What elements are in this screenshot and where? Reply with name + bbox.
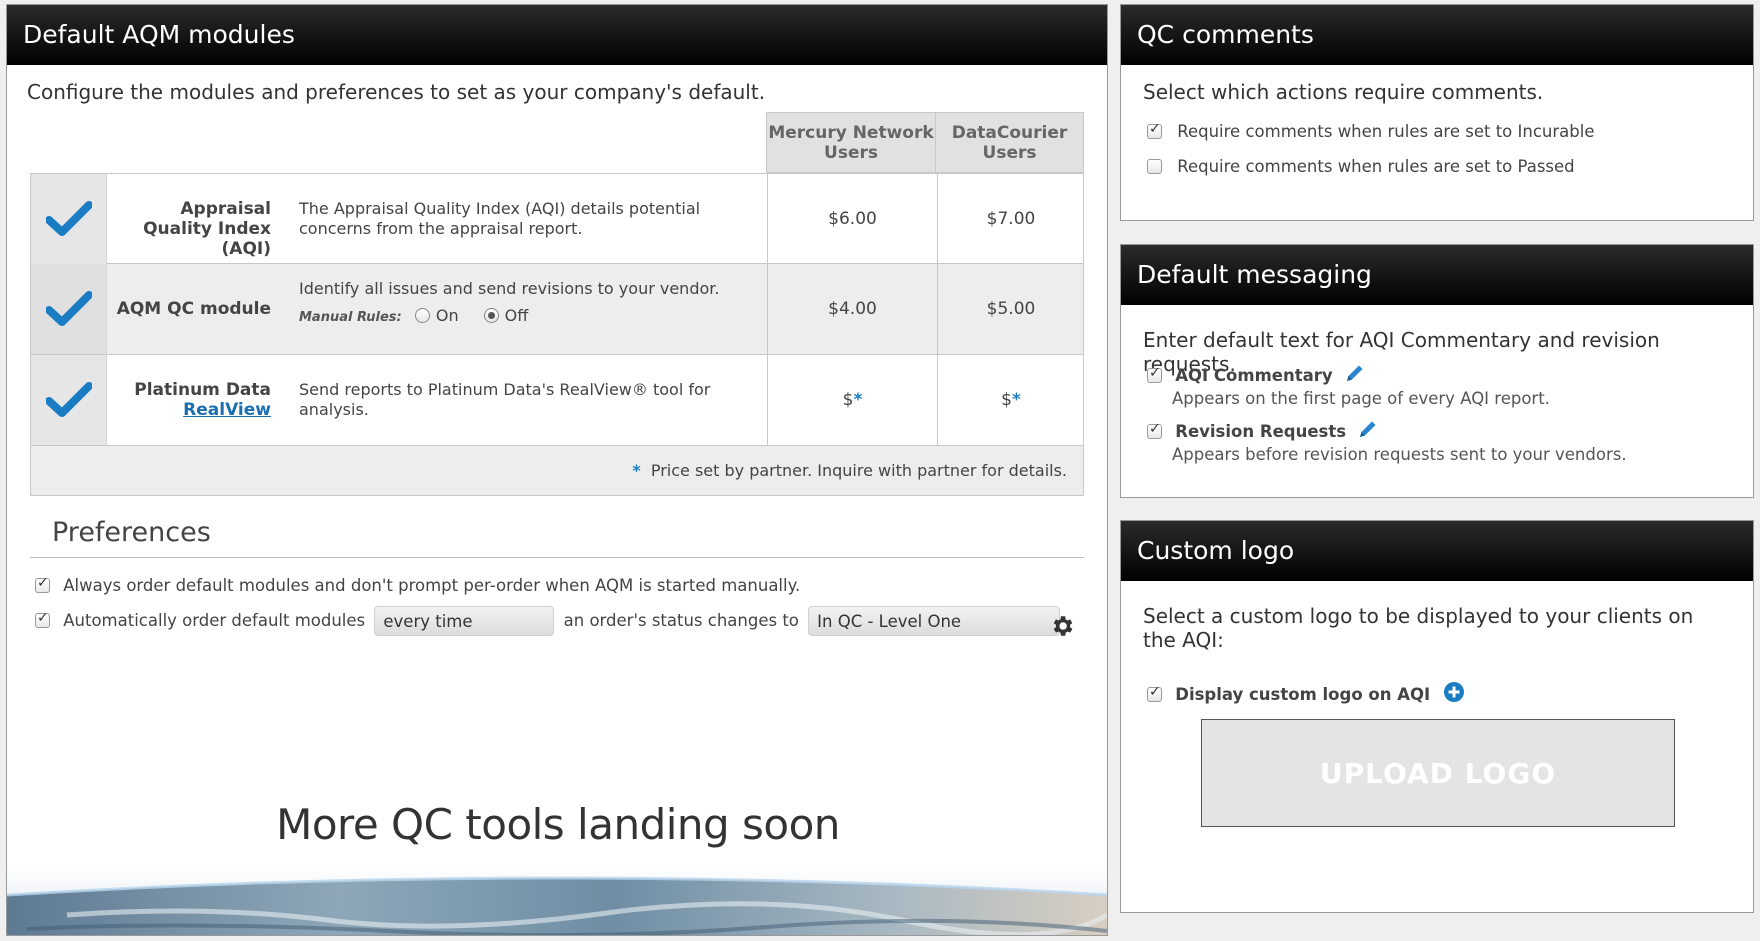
price-mercury-value: $ bbox=[842, 390, 854, 410]
display-logo-label: Display custom logo on AQI bbox=[1175, 685, 1431, 704]
preference-option-1: Always order default modules and don't p… bbox=[35, 575, 801, 595]
panel-title: Default messaging bbox=[1121, 245, 1753, 305]
module-name: AQM QC module bbox=[116, 299, 271, 319]
aqi-commentary-label: AQI Commentary bbox=[1175, 366, 1333, 385]
panel-title: Custom logo bbox=[1121, 521, 1753, 581]
checkmark-icon bbox=[45, 382, 92, 417]
qc-comments-panel: QC comments Select which actions require… bbox=[1120, 4, 1754, 221]
preference-option-2: Automatically order default modules ever… bbox=[35, 606, 1061, 636]
qc-checkbox-passed[interactable] bbox=[1147, 159, 1162, 174]
realview-link[interactable]: RealView bbox=[111, 400, 271, 420]
display-logo-checkbox[interactable] bbox=[1147, 684, 1162, 702]
preference-checkbox-2[interactable] bbox=[35, 610, 50, 628]
checkmark-icon bbox=[45, 291, 92, 326]
coming-soon-banner: More QC tools landing soon bbox=[276, 800, 840, 849]
custom-logo-panel: Custom logo Select a custom logo to be d… bbox=[1120, 520, 1754, 913]
upload-logo-button[interactable]: UPLOAD LOGO bbox=[1201, 719, 1675, 827]
panel-title: QC comments bbox=[1121, 5, 1753, 65]
radio-on-label: On bbox=[435, 306, 459, 325]
pencil-icon[interactable] bbox=[1344, 362, 1366, 384]
module-name: Platinum Data RealView bbox=[111, 380, 271, 420]
preferences-divider bbox=[30, 557, 1084, 558]
preferences-title: Preferences bbox=[52, 517, 211, 548]
modules-intro: Configure the modules and preferences to… bbox=[27, 80, 766, 104]
preference-checkbox-1[interactable] bbox=[35, 575, 50, 593]
footnote-text: Price set by partner. Inquire with partn… bbox=[650, 461, 1067, 480]
gear-icon[interactable] bbox=[1049, 613, 1075, 639]
column-header-mercury: Mercury Network Users bbox=[766, 112, 936, 173]
price-mercury: $4.00 bbox=[767, 264, 937, 354]
display-logo-option: Display custom logo on AQI bbox=[1147, 681, 1465, 704]
manual-rules-label: Manual Rules: bbox=[299, 310, 402, 325]
column-header-datacourier: DataCourier Users bbox=[935, 112, 1084, 173]
manual-rules: Manual Rules: On Off bbox=[299, 306, 739, 328]
aqi-commentary-description: Appears on the first page of every AQI r… bbox=[1172, 389, 1550, 408]
price-datacourier-value: $ bbox=[1001, 390, 1012, 410]
price-datacourier: $7.00 bbox=[937, 174, 1084, 264]
module-row-platinum: Platinum Data RealView Send reports to P… bbox=[30, 355, 1084, 446]
module-name-text: Platinum Data bbox=[134, 380, 271, 400]
status-select[interactable]: In QC - Level One bbox=[808, 606, 1061, 636]
module-toggle-aqi[interactable] bbox=[31, 174, 107, 264]
revision-requests-label: Revision Requests bbox=[1175, 422, 1347, 441]
checkmark-icon bbox=[45, 201, 92, 236]
price-star: * bbox=[1011, 390, 1021, 410]
panel-title: Default AQM modules bbox=[7, 5, 1107, 65]
price-mercury: $6.00 bbox=[767, 174, 937, 264]
qc-option-label: Require comments when rules are set to P… bbox=[1177, 157, 1575, 176]
qc-checkbox-incurable[interactable] bbox=[1147, 121, 1162, 139]
price-datacourier: $5.00 bbox=[937, 264, 1084, 354]
pencil-icon[interactable] bbox=[1357, 418, 1379, 440]
preference-label-2b: an order's status changes to bbox=[563, 610, 799, 630]
messaging-item-revision-requests: Revision Requests bbox=[1147, 418, 1379, 441]
revision-requests-description: Appears before revision requests sent to… bbox=[1172, 445, 1627, 464]
qc-option-label: Require comments when rules are set to I… bbox=[1177, 122, 1595, 141]
module-description: Identify all issues and send revisions t… bbox=[299, 279, 720, 298]
module-name: Appraisal Quality Index (AQI) bbox=[143, 199, 271, 259]
add-circle-icon[interactable] bbox=[1443, 681, 1465, 703]
preference-label-1: Always order default modules and don't p… bbox=[63, 576, 801, 595]
aqi-commentary-checkbox[interactable] bbox=[1147, 365, 1162, 383]
earth-horizon-image bbox=[7, 865, 1107, 935]
qc-intro: Select which actions require comments. bbox=[1143, 80, 1544, 104]
module-row-qc: AQM QC module Identify all issues and se… bbox=[30, 264, 1084, 355]
preference-label-2: Automatically order default modules bbox=[63, 610, 366, 630]
default-messaging-panel: Default messaging Enter default text for… bbox=[1120, 244, 1754, 498]
default-aqm-modules-panel: Default AQM modules Configure the module… bbox=[6, 4, 1108, 936]
frequency-select[interactable]: every time bbox=[374, 606, 555, 636]
module-toggle-platinum[interactable] bbox=[31, 355, 107, 445]
price-star: * bbox=[853, 390, 863, 410]
price-datacourier: $* bbox=[937, 355, 1084, 445]
revision-requests-checkbox[interactable] bbox=[1147, 421, 1162, 439]
module-toggle-qc[interactable] bbox=[31, 264, 107, 354]
module-description: Send reports to Platinum Data's RealView… bbox=[299, 380, 711, 419]
messaging-item-aqi-commentary: AQI Commentary bbox=[1147, 362, 1366, 385]
radio-off-label: Off bbox=[504, 306, 529, 325]
qc-option-passed: Require comments when rules are set to P… bbox=[1147, 157, 1575, 176]
footnote-star: * bbox=[632, 461, 641, 480]
radio-off[interactable] bbox=[483, 308, 499, 323]
table-footnote: * Price set by partner. Inquire with par… bbox=[30, 446, 1084, 496]
logo-intro: Select a custom logo to be displayed to … bbox=[1143, 604, 1694, 652]
radio-on[interactable] bbox=[414, 308, 430, 323]
module-row-aqi: Appraisal Quality Index (AQI) The Apprai… bbox=[30, 173, 1084, 264]
qc-option-incurable: Require comments when rules are set to I… bbox=[1147, 121, 1595, 141]
module-description: The Appraisal Quality Index (AQI) detail… bbox=[299, 199, 701, 238]
price-mercury: $* bbox=[767, 355, 937, 445]
